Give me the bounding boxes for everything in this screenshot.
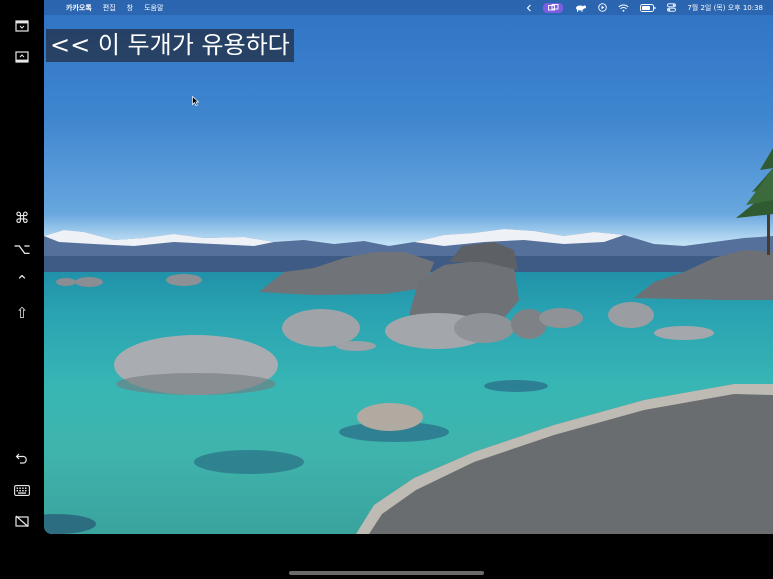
- control-center-icon[interactable]: [667, 3, 677, 12]
- disconnect-icon[interactable]: [10, 512, 34, 530]
- keyboard-icon[interactable]: [10, 481, 34, 499]
- menu-window[interactable]: 창: [127, 3, 133, 13]
- home-indicator[interactable]: [289, 571, 484, 575]
- undo-icon[interactable]: [10, 449, 34, 467]
- mouse-cursor-icon: [192, 96, 199, 106]
- shift-key-icon[interactable]: ⇧: [10, 304, 34, 322]
- menu-app-name[interactable]: 카카오톡: [66, 3, 92, 13]
- caption-overlay: << 이 두개가 유용하다: [46, 29, 294, 62]
- menu-edit[interactable]: 편집: [103, 3, 116, 13]
- battery-icon[interactable]: [640, 3, 656, 12]
- option-key-icon[interactable]: ⌥: [10, 240, 34, 258]
- mac-screen: 카카오톡 편집 창 도움말 7월 2일 (목) 오후 10:38 << 이 두개…: [44, 0, 773, 534]
- menu-datetime[interactable]: 7월 2일 (목) 오후 10:38: [687, 3, 763, 13]
- wallpaper-rocks: [44, 148, 773, 534]
- sheep-app-icon[interactable]: [574, 4, 587, 12]
- sidecar-sidebar: ⌘ ⌥ ⌃ ⇧: [0, 0, 44, 579]
- show-dock-icon[interactable]: [10, 48, 34, 66]
- stage-manager-icon[interactable]: [543, 2, 564, 13]
- command-key-icon[interactable]: ⌘: [10, 209, 34, 227]
- menu-help[interactable]: 도움말: [144, 3, 163, 13]
- show-menu-bar-icon[interactable]: [10, 17, 34, 35]
- control-key-icon[interactable]: ⌃: [10, 272, 34, 290]
- menu-bar: 카카오톡 편집 창 도움말 7월 2일 (목) 오후 10:38: [44, 0, 773, 15]
- wifi-icon[interactable]: [618, 4, 629, 12]
- play-circle-icon[interactable]: [598, 3, 608, 12]
- chevron-left-icon[interactable]: [526, 4, 532, 12]
